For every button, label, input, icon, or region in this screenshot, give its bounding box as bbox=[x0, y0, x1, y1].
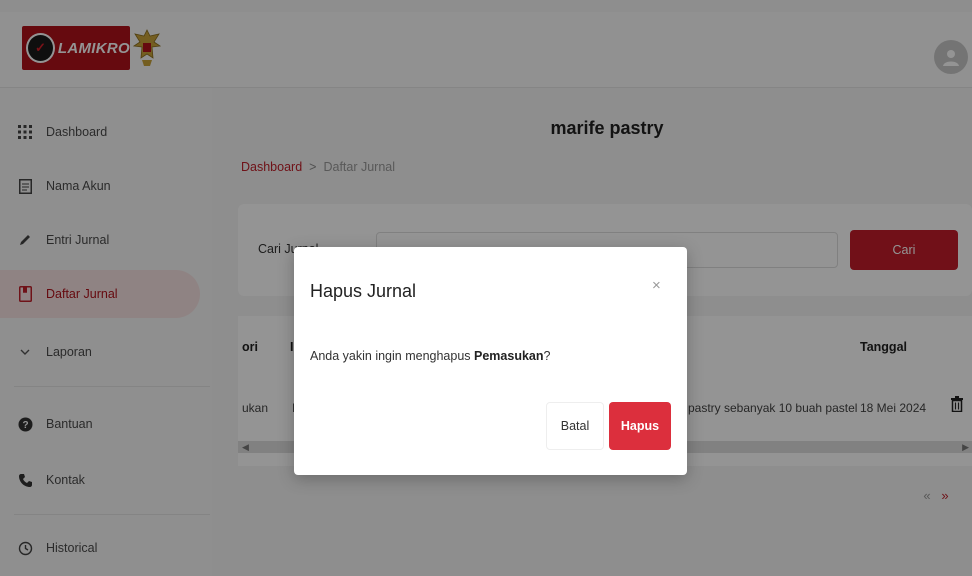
dialog-message: Anda yakin ingin menghapus Pemasukan? bbox=[310, 349, 550, 363]
app-root: ✓ LAMIKRO Dashboard Nama Akun Entri Jurn… bbox=[0, 0, 972, 576]
dialog-message-prefix: Anda yakin ingin menghapus bbox=[310, 349, 475, 363]
dialog-message-item: Pemasukan bbox=[474, 349, 544, 363]
close-button[interactable]: × bbox=[652, 277, 661, 294]
cancel-button[interactable]: Batal bbox=[546, 402, 604, 450]
delete-button[interactable]: Hapus bbox=[609, 402, 671, 450]
dialog-message-suffix: ? bbox=[543, 349, 551, 363]
dialog-title: Hapus Jurnal bbox=[310, 281, 417, 301]
delete-journal-dialog: Hapus Jurnal × Anda yakin ingin menghapu… bbox=[294, 247, 687, 475]
